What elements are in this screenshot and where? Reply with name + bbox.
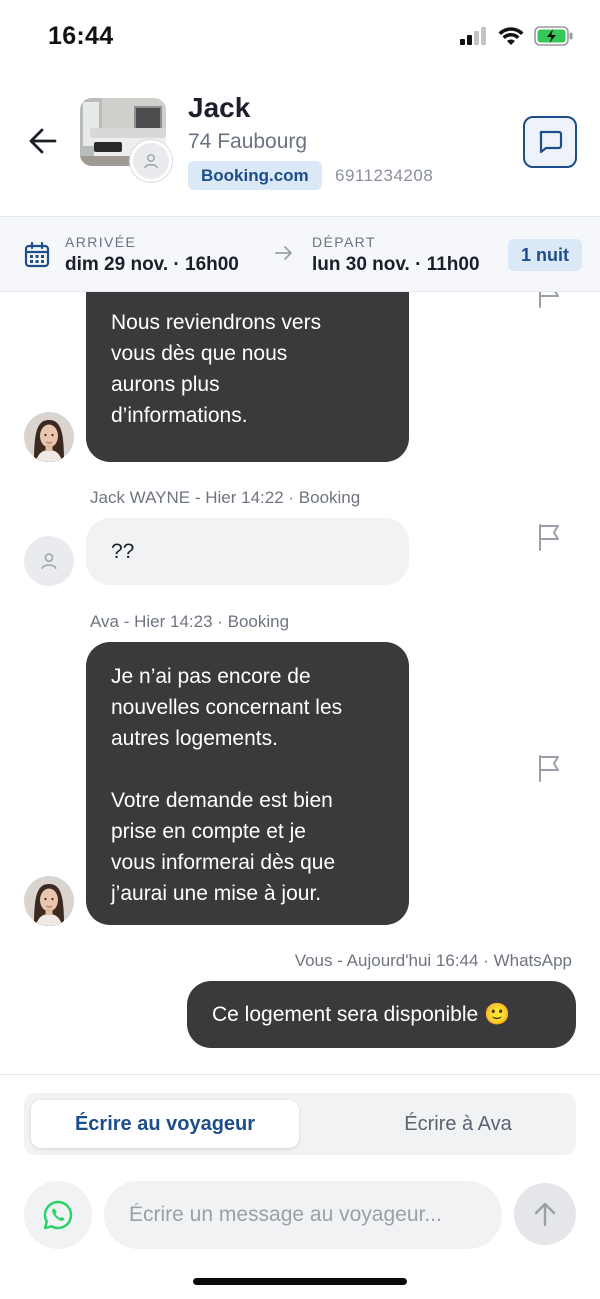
message-line	[111, 754, 384, 785]
stay-dates-bar[interactable]: ARRIVÉE dim 29 nov. · 16h00 DÉPART lun 3…	[0, 216, 600, 292]
composer: Écrire au voyageur Écrire à Ava	[0, 1074, 600, 1299]
user-icon	[41, 553, 57, 570]
message-line: Nous reviendrons vers	[111, 311, 322, 334]
arrival-value: dim 29 nov. · 16h00	[65, 254, 239, 275]
cellular-signal-icon	[460, 27, 486, 45]
flag-icon[interactable]	[537, 292, 563, 308]
message-bubble-ava: Nous reviendrons vers vous dès que nous …	[86, 292, 409, 462]
reservation-number: 6911234208	[335, 166, 434, 185]
channel-badge: Booking.com	[188, 161, 322, 190]
message-bubble-guest: ??	[86, 518, 409, 585]
message-line: Ce logement sera disponible 🙂	[212, 1003, 511, 1026]
ava-avatar	[24, 876, 74, 926]
message-line: d’informations.	[111, 404, 248, 427]
arrow-up-icon	[534, 1202, 556, 1227]
message-line: nouvelles concernant les	[111, 696, 343, 719]
chat-bubble-icon	[539, 130, 563, 154]
back-button[interactable]	[22, 120, 64, 162]
ava-avatar	[24, 412, 74, 462]
reservation-header: Jack 74 Faubourg Booking.com 6911234208	[0, 76, 600, 216]
message-meta: Ava - Hier 14:23 · Booking	[90, 612, 290, 631]
message-bubble-ava: Je n’ai pas encore de nouvelles concerna…	[86, 642, 409, 925]
status-bar: 16:44	[0, 0, 600, 76]
departure-label: DÉPART	[312, 234, 376, 250]
message-line: vous informerai dès que	[111, 851, 336, 874]
tab-write-guest[interactable]: Écrire au voyageur	[31, 1100, 299, 1148]
message-thread[interactable]: Nous reviendrons vers vous dès que nous …	[0, 292, 600, 1074]
message-line: prise en compte et je	[111, 820, 306, 843]
calendar-icon	[24, 242, 50, 268]
message-line: Votre demande est bien	[111, 789, 333, 812]
guest-name: Jack	[188, 92, 251, 123]
departure-value: lun 30 nov. · 11h00	[312, 254, 480, 275]
status-icons	[460, 26, 574, 46]
guest-avatar	[24, 536, 74, 586]
message-input[interactable]	[104, 1181, 502, 1249]
message-line: Je n’ai pas encore de	[111, 665, 311, 688]
wifi-icon	[498, 26, 524, 45]
battery-charging-icon	[534, 26, 573, 46]
user-icon	[144, 154, 158, 169]
message-meta: Vous - Aujourd'hui 16:44 · WhatsApp	[294, 951, 572, 970]
whatsapp-icon	[43, 1200, 73, 1230]
recipient-toggle: Écrire au voyageur Écrire à Ava	[24, 1093, 576, 1155]
message-bubble-you: Ce logement sera disponible 🙂	[187, 981, 576, 1048]
guest-avatar	[130, 140, 172, 182]
message-line: ??	[111, 540, 135, 563]
channel-selector-button[interactable]	[24, 1181, 92, 1249]
arrow-left-icon	[29, 128, 57, 154]
tab-write-ava[interactable]: Écrire à Ava	[324, 1100, 592, 1148]
flag-icon[interactable]	[537, 523, 563, 551]
send-button[interactable]	[514, 1183, 576, 1245]
conversation-button[interactable]	[523, 116, 577, 168]
home-indicator[interactable]	[193, 1278, 407, 1285]
status-time: 16:44	[48, 22, 114, 50]
arrival-label: ARRIVÉE	[65, 234, 137, 250]
message-line: autres logements.	[111, 727, 278, 750]
message-line: aurons plus	[111, 373, 220, 396]
nights-badge: 1 nuit	[508, 239, 582, 271]
flag-icon[interactable]	[537, 754, 563, 782]
message-meta: Jack WAYNE - Hier 14:22 · Booking	[90, 488, 361, 507]
message-line: vous dès que nous	[111, 342, 288, 365]
message-line: j’aurai une mise à jour.	[111, 882, 322, 905]
property-name: 74 Faubourg	[188, 130, 308, 153]
arrow-right-icon	[275, 246, 292, 260]
